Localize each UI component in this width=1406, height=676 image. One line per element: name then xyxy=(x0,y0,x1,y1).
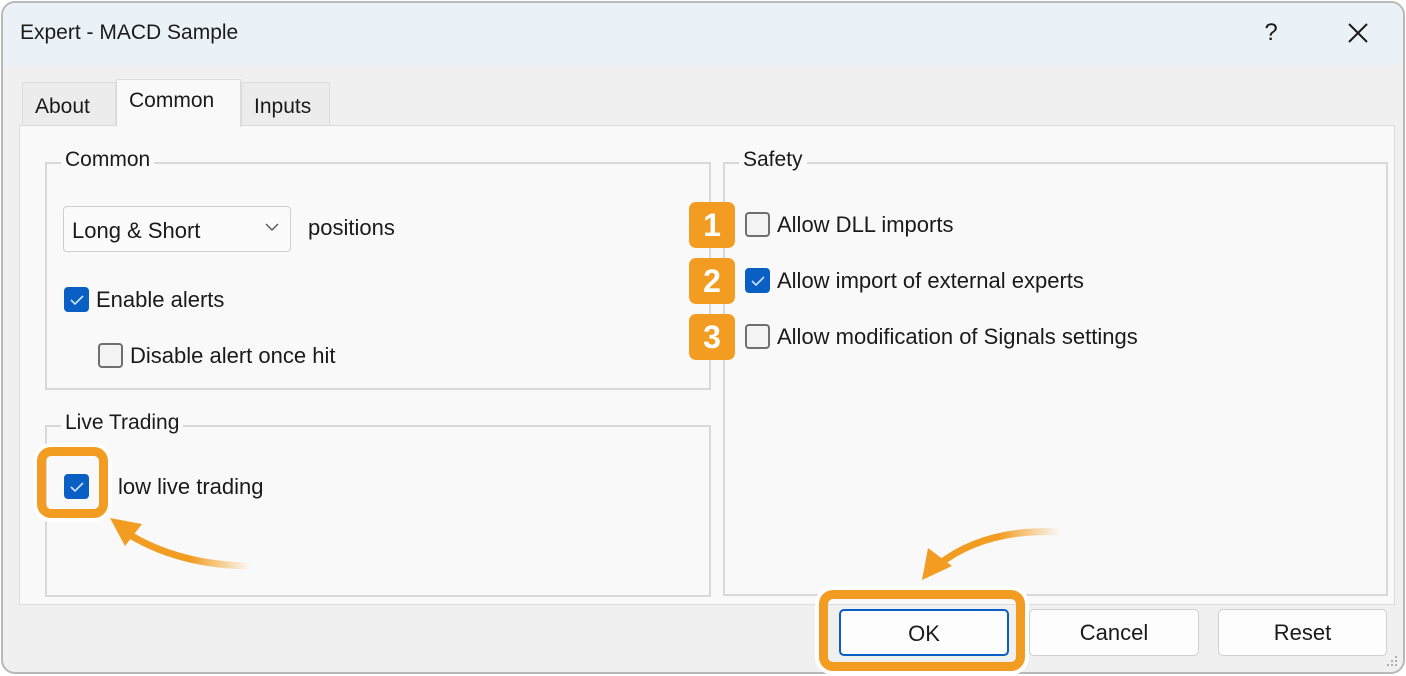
live-trading-group-legend: Live Trading xyxy=(61,411,184,435)
positions-label: positions xyxy=(308,215,395,240)
close-icon xyxy=(1348,23,1368,43)
allow-dll-imports-checkbox[interactable] xyxy=(745,212,770,237)
reset-button[interactable]: Reset xyxy=(1218,609,1387,656)
allow-signals-modification-label: Allow modification of Signals settings xyxy=(777,324,1138,349)
checkmark-icon xyxy=(751,276,765,287)
annotation-badge-3: 3 xyxy=(689,314,735,360)
tab-common[interactable]: Common xyxy=(116,79,241,127)
help-button[interactable]: ? xyxy=(1251,17,1291,49)
tab-inputs[interactable]: Inputs xyxy=(241,82,330,126)
annotation-badge-1: 1 xyxy=(689,202,735,248)
tab-page-common: Common Long & Short positions Enable ale… xyxy=(19,125,1395,605)
allow-external-experts-label: Allow import of external experts xyxy=(777,268,1084,293)
enable-alerts-checkbox[interactable] xyxy=(64,287,89,312)
allow-dll-imports-label: Allow DLL imports xyxy=(777,212,954,237)
annotation-badge-2: 2 xyxy=(689,258,735,304)
resize-grip-icon[interactable] xyxy=(1385,654,1399,668)
annotation-highlight-live-trading xyxy=(37,447,108,518)
positions-select[interactable]: Long & Short xyxy=(63,206,291,252)
allow-external-experts-checkbox[interactable] xyxy=(745,268,770,293)
chevron-down-icon xyxy=(265,223,279,231)
window-title: Expert - MACD Sample xyxy=(20,21,239,44)
allow-live-trading-label: low live trading xyxy=(118,474,264,499)
positions-select-value: Long & Short xyxy=(72,218,201,243)
allow-signals-modification-checkbox[interactable] xyxy=(745,324,770,349)
checkmark-icon xyxy=(70,295,84,306)
common-group-legend: Common xyxy=(61,148,155,172)
annotation-highlight-ok xyxy=(819,590,1025,671)
title-bar: Expert - MACD Sample ? xyxy=(3,3,1403,65)
disable-alert-once-hit-checkbox[interactable] xyxy=(98,343,123,368)
safety-group-legend: Safety xyxy=(739,148,807,172)
tab-about[interactable]: About xyxy=(22,82,116,126)
enable-alerts-label: Enable alerts xyxy=(96,287,225,312)
disable-alert-once-hit-label: Disable alert once hit xyxy=(130,343,336,368)
expert-dialog: Expert - MACD Sample ? About Common Inpu… xyxy=(1,1,1405,674)
live-trading-group: Live Trading xyxy=(45,411,711,597)
close-button[interactable] xyxy=(1338,17,1378,49)
cancel-button[interactable]: Cancel xyxy=(1029,609,1199,656)
